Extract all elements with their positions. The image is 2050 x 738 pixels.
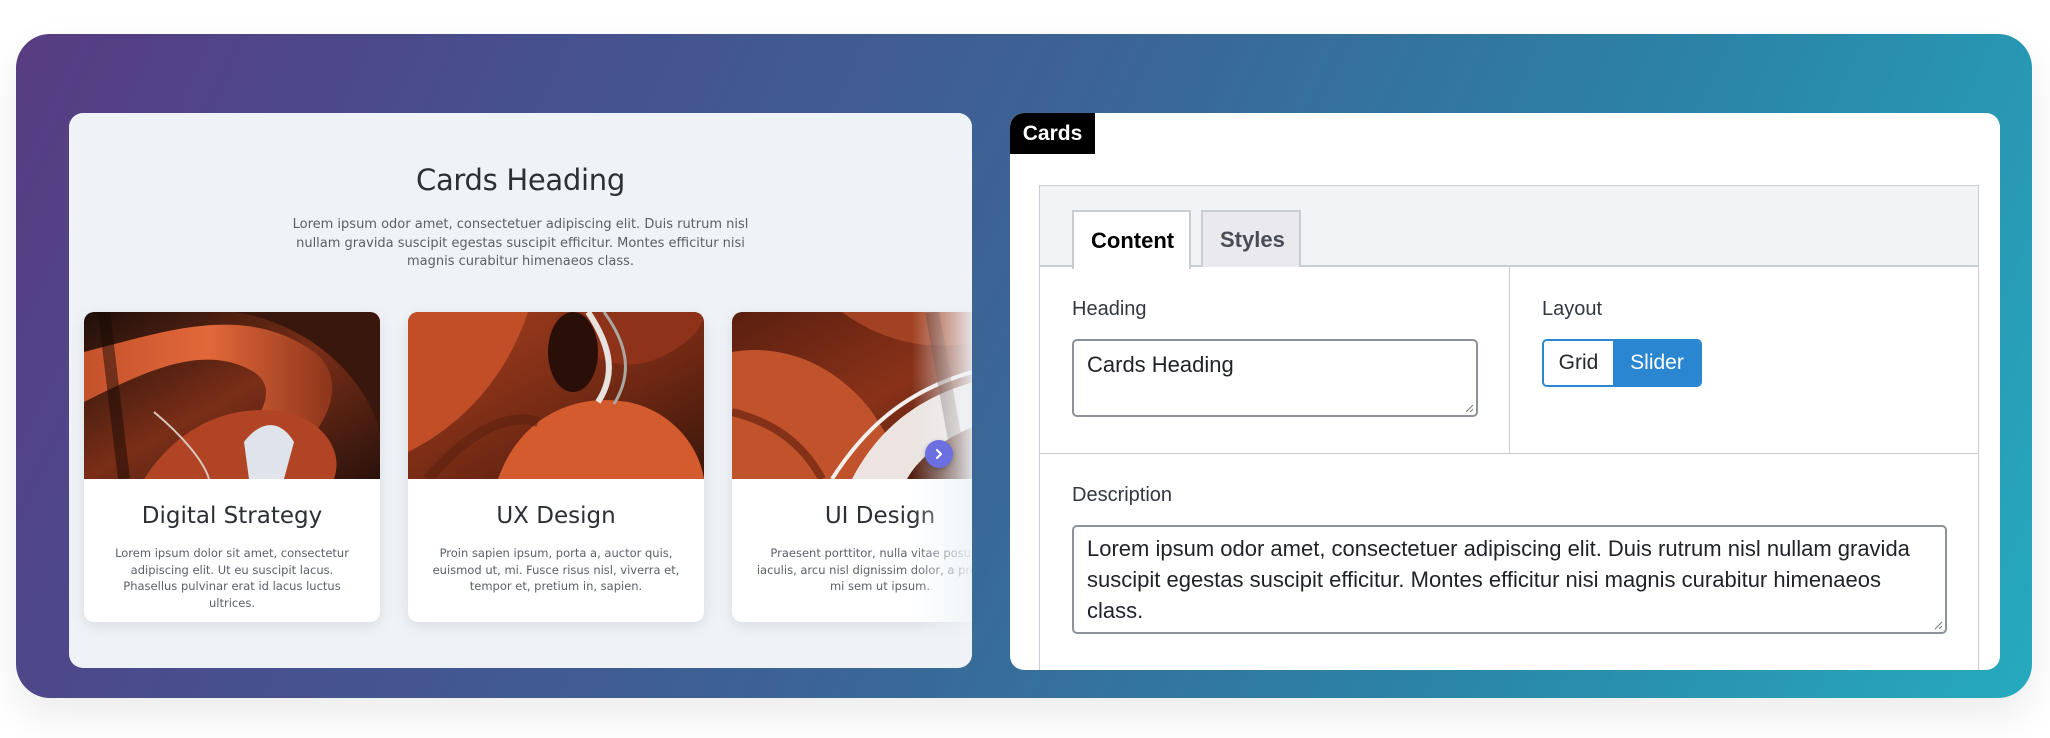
cards-preview: Cards Heading Lorem ipsum odor amet, con… xyxy=(69,113,972,668)
layout-toggle: Grid Slider xyxy=(1542,339,1702,387)
layout-option-slider[interactable]: Slider xyxy=(1614,341,1700,385)
card-ux-design[interactable]: UX Design Proin sapien ipsum, porta a, a… xyxy=(408,312,704,622)
editor-tab-bar: Content Styles xyxy=(1040,186,1978,269)
card-title: UI Design xyxy=(824,503,936,529)
layout-option-grid[interactable]: Grid xyxy=(1544,341,1614,385)
heading-input-value: Cards Heading xyxy=(1087,352,1234,377)
chevron-right-icon xyxy=(936,449,942,459)
description-textarea[interactable]: Lorem ipsum odor amet, consectetuer adip… xyxy=(1072,525,1947,634)
column-divider xyxy=(1509,267,1510,453)
card-text: Proin sapien ipsum, porta a, auctor quis… xyxy=(432,546,680,593)
preview-heading: Cards Heading xyxy=(416,163,625,197)
card-digital-strategy[interactable]: Digital Strategy Lorem ipsum dolor sit a… xyxy=(84,312,380,622)
card-text: Praesent porttitor, nulla vitae posuere … xyxy=(756,546,972,593)
heading-input[interactable]: Cards Heading xyxy=(1072,339,1478,417)
preview-description: Lorem ipsum odor amet, consectetuer adip… xyxy=(292,217,749,269)
slider-next-button[interactable] xyxy=(925,440,953,468)
card-title: UX Design xyxy=(496,503,616,529)
resize-handle-icon[interactable] xyxy=(1464,403,1474,413)
card-image xyxy=(84,312,380,479)
resize-handle-icon[interactable] xyxy=(1933,620,1943,630)
card-title: Digital Strategy xyxy=(141,503,323,529)
card-text: Lorem ipsum dolor sit amet, consectetur … xyxy=(115,546,349,610)
description-textarea-value: Lorem ipsum odor amet, consectetuer adip… xyxy=(1087,536,1910,623)
editor-form: Content Styles Heading Cards Heading Lay… xyxy=(1039,185,1979,670)
heading-label: Heading xyxy=(1072,298,1147,320)
tab-content[interactable]: Content xyxy=(1072,210,1191,269)
showcase-background: Cards Heading Lorem ipsum odor amet, con… xyxy=(16,34,2032,698)
layout-label: Layout xyxy=(1542,298,1603,320)
block-label: Cards xyxy=(1010,113,1095,154)
row-divider xyxy=(1040,453,1978,454)
block-editor-panel: Cards Content Styles Heading Cards Headi… xyxy=(1010,113,2000,670)
description-label: Description xyxy=(1072,484,1173,506)
card-image xyxy=(408,312,704,479)
tab-styles[interactable]: Styles xyxy=(1201,210,1301,267)
